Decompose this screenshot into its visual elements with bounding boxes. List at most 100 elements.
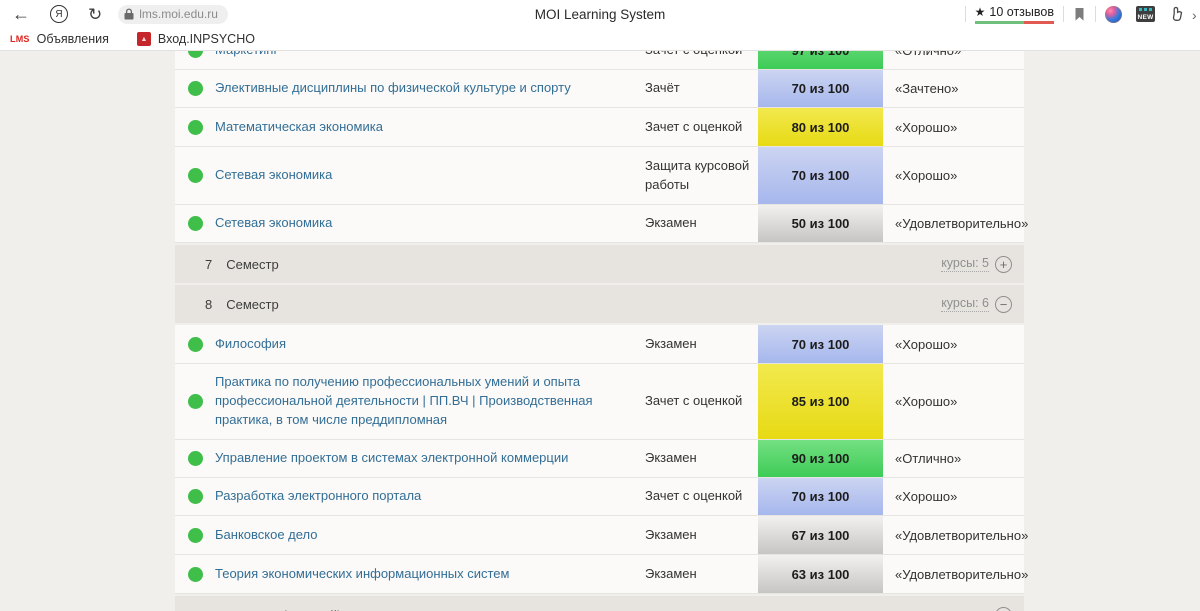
course-row: Практика по получению профессиональных у… bbox=[175, 364, 1024, 440]
semester-row: 7 Семестр курсы: 5 + bbox=[175, 245, 1024, 283]
address-bar[interactable]: lms.moi.edu.ru bbox=[118, 5, 228, 24]
status-dot-cell bbox=[175, 364, 215, 439]
green-status-icon bbox=[188, 51, 203, 58]
exam-type-label: Зачет с оценкой bbox=[645, 364, 758, 439]
course-row: Математическая экономика Зачет с оценкой… bbox=[175, 108, 1024, 147]
score-badge: 80 из 100 bbox=[758, 108, 883, 146]
status-dot-cell bbox=[175, 325, 215, 363]
bookmark-label: Объявления bbox=[37, 32, 109, 46]
new-extension-icon[interactable]: NEW bbox=[1136, 6, 1155, 22]
course-link[interactable]: Математическая экономика bbox=[215, 118, 383, 137]
semester-row: 9 Семестр (текущий) + bbox=[175, 596, 1024, 611]
refresh-icon[interactable]: ↻ bbox=[88, 6, 102, 23]
grade-label: «Хорошо» bbox=[883, 108, 1024, 146]
score-badge: 70 из 100 bbox=[758, 478, 883, 515]
course-link[interactable]: Сетевая экономика bbox=[215, 214, 332, 233]
green-status-icon bbox=[188, 168, 203, 183]
back-icon[interactable]: ← bbox=[12, 5, 30, 23]
course-row: Маркетинг Зачет с оценкой 97 из 100 «Отл… bbox=[175, 51, 1024, 70]
score-badge: 90 из 100 bbox=[758, 440, 883, 477]
score-badge: 50 из 100 bbox=[758, 205, 883, 242]
course-link[interactable]: Теория экономических информационных сист… bbox=[215, 565, 509, 584]
course-link[interactable]: Разработка электронного портала bbox=[215, 487, 421, 506]
semester-courses-link[interactable]: + bbox=[989, 607, 1012, 611]
toggle-icon[interactable]: − bbox=[995, 296, 1012, 313]
course-row: Теория экономических информационных сист… bbox=[175, 555, 1024, 594]
course-link[interactable]: Банковское дело bbox=[215, 526, 318, 545]
semester-number: 8 bbox=[205, 297, 212, 312]
course-link[interactable]: Управление проектом в системах электронн… bbox=[215, 449, 568, 468]
green-status-icon bbox=[188, 394, 203, 409]
browser-toolbar: ← Я ↻ lms.moi.edu.ru MOI Learning System… bbox=[0, 0, 1200, 28]
exam-type-label: Зачет с оценкой bbox=[645, 478, 758, 515]
status-dot-cell bbox=[175, 478, 215, 515]
grade-label: «Отлично» bbox=[883, 440, 1024, 477]
bookmark-inpsycho[interactable]: ▲ Вход.INPSYCHO bbox=[137, 32, 255, 46]
course-row: Сетевая экономика Защита курсовой работы… bbox=[175, 147, 1024, 205]
course-link[interactable]: Философия bbox=[215, 335, 286, 354]
exam-type-label: Защита курсовой работы bbox=[645, 147, 758, 204]
green-status-icon bbox=[188, 216, 203, 231]
site-rating[interactable]: ★ 10 отзывов bbox=[975, 5, 1054, 24]
rating-bar bbox=[975, 21, 1054, 24]
grade-label: «Хорошо» bbox=[883, 325, 1024, 363]
exam-type-label: Зачет с оценкой bbox=[645, 108, 758, 146]
toolbar-separator bbox=[1063, 6, 1064, 22]
star-icon: ★ bbox=[975, 5, 986, 19]
status-dot-cell bbox=[175, 108, 215, 146]
semester-label: Семестр (текущий) bbox=[226, 608, 341, 611]
rating-label: 10 отзывов bbox=[989, 5, 1054, 19]
grade-label: «Зачтено» bbox=[883, 70, 1024, 107]
semester-courses-link[interactable]: курсы: 6 − bbox=[941, 296, 1012, 313]
course-row: Сетевая экономика Экзамен 50 из 100 «Удо… bbox=[175, 205, 1024, 243]
lock-icon bbox=[124, 8, 134, 20]
score-badge: 97 из 100 bbox=[758, 51, 883, 69]
score-badge: 70 из 100 bbox=[758, 70, 883, 107]
exam-type-label: Экзамен bbox=[645, 555, 758, 593]
course-link[interactable]: Сетевая экономика bbox=[215, 166, 332, 185]
semester-number: 7 bbox=[205, 257, 212, 272]
exam-type-label: Зачёт bbox=[645, 70, 758, 107]
grade-label: «Отлично» bbox=[883, 51, 1024, 69]
exam-type-label: Экзамен bbox=[645, 440, 758, 477]
green-status-icon bbox=[188, 528, 203, 543]
status-dot-cell bbox=[175, 555, 215, 593]
status-dot-cell bbox=[175, 440, 215, 477]
course-row: Управление проектом в системах электронн… bbox=[175, 440, 1024, 478]
course-row: Банковское дело Экзамен 67 из 100 «Удовл… bbox=[175, 516, 1024, 555]
glove-icon[interactable] bbox=[1169, 6, 1186, 23]
status-dot-cell bbox=[175, 147, 215, 204]
toggle-icon[interactable]: + bbox=[995, 256, 1012, 273]
green-status-icon bbox=[188, 81, 203, 96]
chevron-more-icon[interactable]: › bbox=[1192, 7, 1197, 23]
course-link[interactable]: Маркетинг bbox=[215, 51, 278, 59]
green-status-icon bbox=[188, 451, 203, 466]
toggle-icon[interactable]: + bbox=[995, 607, 1012, 611]
semester-courses-link[interactable]: курсы: 5 + bbox=[941, 256, 1012, 273]
bookmark-lms[interactable]: LMS Объявления bbox=[10, 32, 109, 46]
grade-label: «Удовлетворительно» bbox=[883, 555, 1028, 593]
semester-number: 9 bbox=[205, 608, 212, 611]
semester-label: Семестр bbox=[226, 257, 278, 272]
score-badge: 70 из 100 bbox=[758, 325, 883, 363]
course-link[interactable]: Элективные дисциплины по физической куль… bbox=[215, 79, 571, 98]
bookmark-flag-icon[interactable] bbox=[1073, 7, 1086, 22]
lms-favicon: LMS bbox=[10, 34, 30, 44]
url-text: lms.moi.edu.ru bbox=[139, 7, 218, 21]
status-dot-cell bbox=[175, 70, 215, 107]
exam-type-label: Экзамен bbox=[645, 325, 758, 363]
course-row: Разработка электронного портала Зачет с … bbox=[175, 478, 1024, 516]
inpsycho-favicon: ▲ bbox=[137, 32, 151, 46]
status-dot-cell bbox=[175, 51, 215, 69]
lms-page: Маркетинг Зачет с оценкой 97 из 100 «Отл… bbox=[0, 51, 1200, 611]
score-badge: 63 из 100 bbox=[758, 555, 883, 593]
extension-sphere-icon[interactable] bbox=[1105, 6, 1122, 23]
grade-label: «Удовлетворительно» bbox=[883, 205, 1028, 242]
status-dot-cell bbox=[175, 516, 215, 554]
bookmarks-bar: LMS Объявления ▲ Вход.INPSYCHO bbox=[0, 28, 1200, 51]
course-link[interactable]: Практика по получению профессиональных у… bbox=[215, 373, 631, 430]
toolbar-separator bbox=[1095, 6, 1096, 22]
yandex-icon[interactable]: Я bbox=[50, 5, 68, 23]
score-badge: 85 из 100 bbox=[758, 364, 883, 439]
score-badge: 67 из 100 bbox=[758, 516, 883, 554]
